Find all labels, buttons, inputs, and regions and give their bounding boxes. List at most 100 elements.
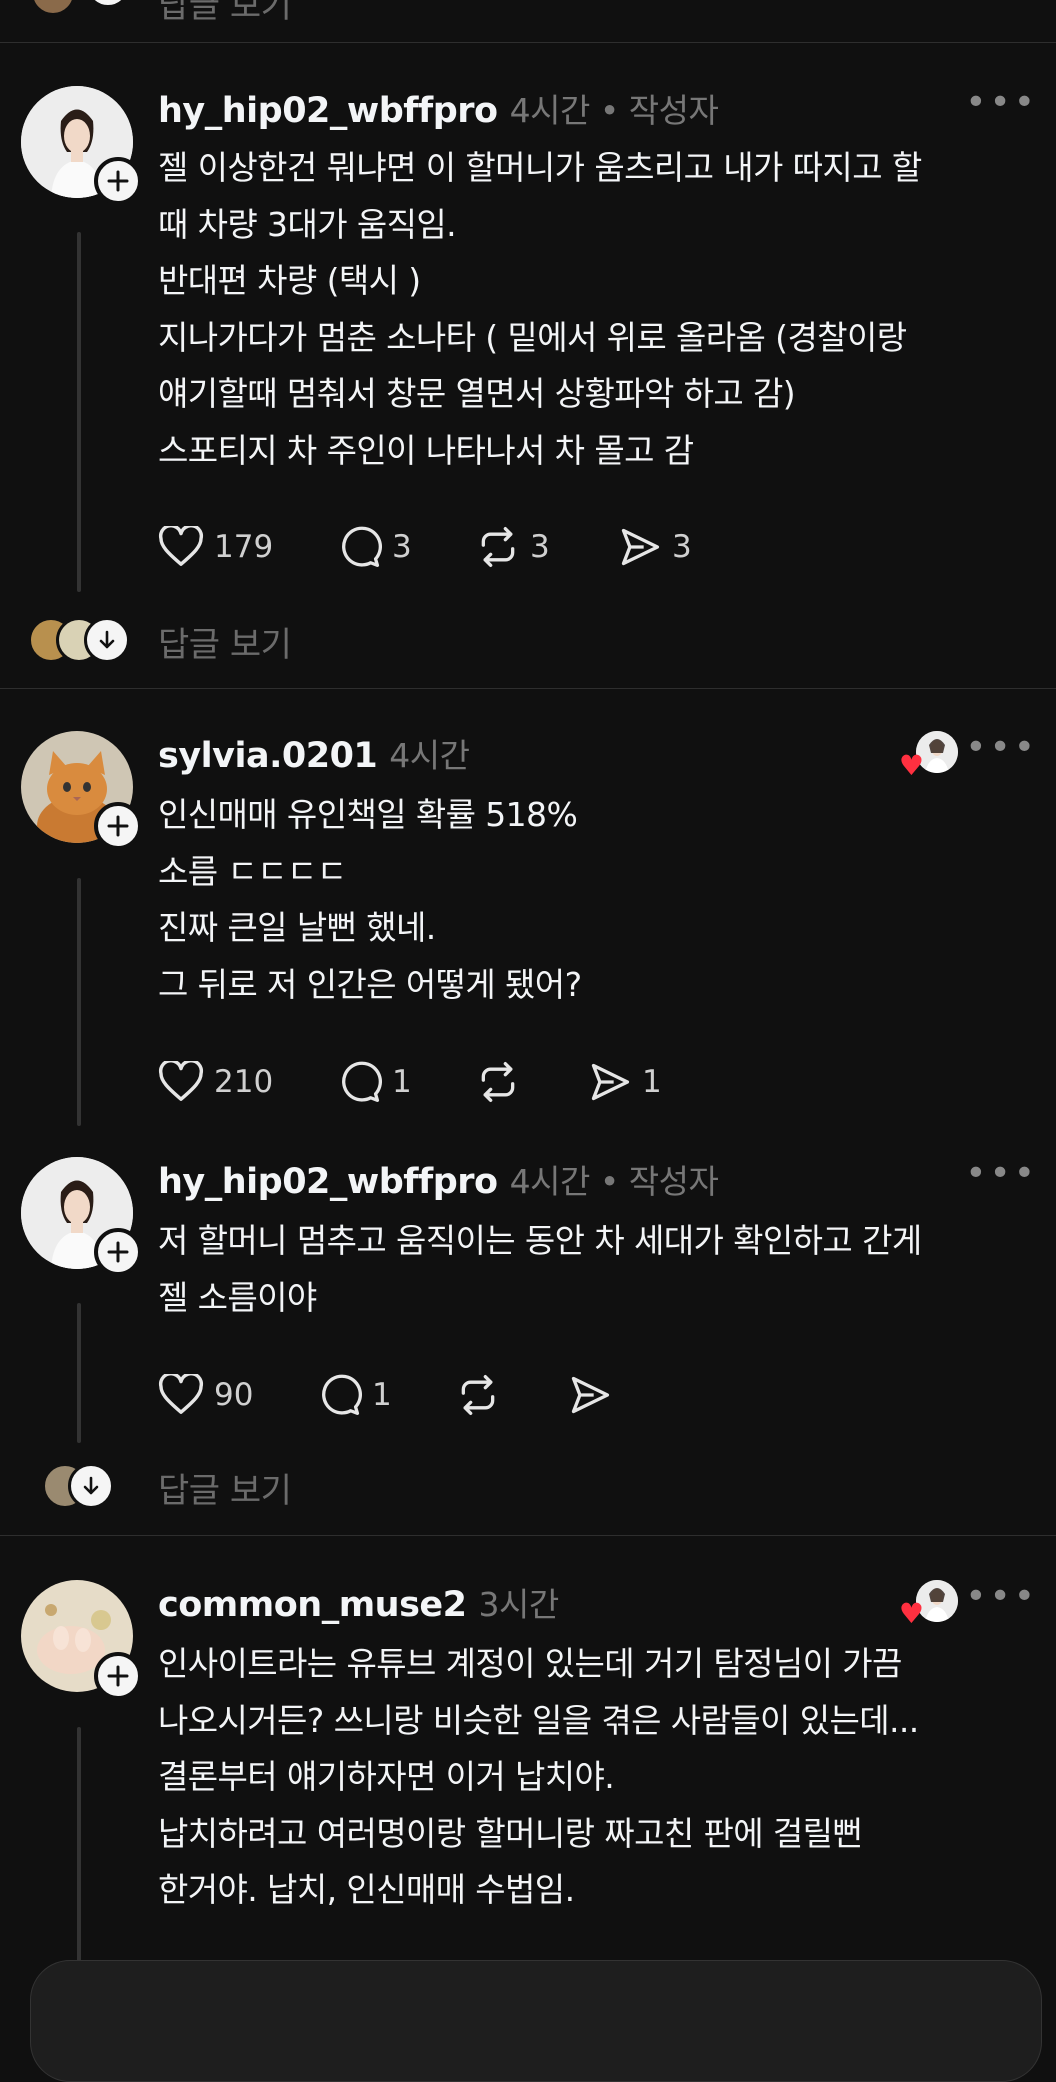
like-button[interactable]: 179 bbox=[158, 522, 273, 572]
arrow-down-icon bbox=[84, 617, 130, 663]
view-replies-link[interactable]: 답글 보기 bbox=[158, 0, 292, 27]
post-header: common_muse2 3시간 bbox=[158, 1578, 559, 1626]
like-count: 90 bbox=[214, 1377, 254, 1413]
arrow-down-icon[interactable] bbox=[85, 0, 131, 8]
more-icon[interactable]: ••• bbox=[965, 82, 1038, 123]
timestamp: 4시간 bbox=[509, 91, 591, 130]
plus-icon bbox=[107, 1241, 129, 1263]
thread-line bbox=[77, 1303, 81, 1443]
thread-line bbox=[77, 878, 81, 1126]
repost-icon bbox=[481, 1062, 515, 1102]
comment-icon bbox=[342, 1061, 382, 1102]
heart-icon bbox=[158, 1374, 204, 1414]
body-line: 인사이트라는 유튜브 계정이 있는데 거기 탐정님이 가끔 bbox=[158, 1644, 902, 1683]
timestamp: 4시간 bbox=[389, 736, 470, 775]
reply-avatars[interactable] bbox=[28, 617, 138, 663]
username[interactable]: common_muse2 bbox=[158, 1585, 467, 1625]
more-icon[interactable]: ••• bbox=[965, 727, 1038, 768]
thread-line bbox=[77, 1727, 81, 1967]
divider bbox=[0, 1535, 1056, 1536]
body-line: 그 뒤로 저 인간은 어떻게 됐어? bbox=[158, 964, 582, 1004]
body-line: 소름 ㄷㄷㄷㄷ bbox=[158, 851, 347, 891]
follow-plus-button[interactable] bbox=[94, 1228, 142, 1276]
post-body: 인사이트라는 유튜브 계정이 있는데 거기 탐정님이 가끔 나오시거든? 쓰니랑… bbox=[158, 1636, 1038, 1919]
repost-icon bbox=[461, 1375, 495, 1415]
body-line: 젤 소름이야 bbox=[158, 1277, 317, 1317]
action-bar: 210 1 1 bbox=[158, 1057, 718, 1107]
comment-icon bbox=[322, 1374, 362, 1415]
share-count: 3 bbox=[672, 529, 692, 565]
post-body: 인신매매 유인책일 확률 518% 소름 ㄷㄷㄷㄷ 진짜 큰일 날뻔 했네. 그… bbox=[158, 787, 1038, 1013]
share-button[interactable]: 1 bbox=[588, 1057, 662, 1107]
plus-icon bbox=[107, 1665, 129, 1687]
username[interactable]: hy_hip02_wbffpro bbox=[158, 1162, 498, 1202]
timestamp: 4시간 bbox=[509, 1162, 591, 1201]
divider bbox=[0, 688, 1056, 689]
body-line: 스포티지 차 주인이 나타나서 차 몰고 감 bbox=[158, 430, 694, 470]
comment-button[interactable]: 1 bbox=[318, 1370, 392, 1420]
top-partial-avatars bbox=[30, 0, 131, 16]
repost-button[interactable]: 3 bbox=[476, 522, 550, 572]
body-line: 저 할머니 멈추고 움직이는 동안 차 세대가 확인하고 간게 bbox=[158, 1221, 922, 1260]
username[interactable]: sylvia.0201 bbox=[158, 736, 378, 776]
plus-icon bbox=[107, 815, 129, 837]
mini-avatar bbox=[30, 0, 76, 16]
action-bar: 179 3 3 3 bbox=[158, 522, 718, 572]
repost-button[interactable] bbox=[476, 1057, 530, 1107]
username[interactable]: hy_hip02_wbffpro bbox=[158, 91, 498, 131]
divider bbox=[0, 42, 1056, 43]
repost-count: 3 bbox=[530, 529, 550, 565]
follow-plus-button[interactable] bbox=[94, 802, 142, 850]
like-button[interactable]: 210 bbox=[158, 1057, 273, 1107]
author-tag: • 작성자 bbox=[599, 91, 719, 130]
follow-plus-button[interactable] bbox=[94, 1652, 142, 1700]
thread-line bbox=[77, 232, 81, 592]
view-replies-link[interactable]: 답글 보기 bbox=[158, 1463, 292, 1512]
comment-count: 1 bbox=[392, 1064, 412, 1100]
like-count: 179 bbox=[214, 529, 274, 565]
comment-button[interactable]: 1 bbox=[338, 1057, 412, 1107]
body-line: 나오시거든? 쓰니랑 비슷한 일을 겪은 사람들이 있는데... bbox=[158, 1700, 919, 1740]
share-button[interactable]: 3 bbox=[618, 522, 692, 572]
share-button[interactable] bbox=[568, 1370, 622, 1420]
comment-icon bbox=[342, 526, 382, 567]
post-header: sylvia.0201 4시간 bbox=[158, 729, 470, 777]
post-header: hy_hip02_wbffpro 4시간 • 작성자 bbox=[158, 84, 719, 132]
bottom-nav-bar[interactable] bbox=[30, 1960, 1042, 2082]
body-line: 지나가다가 멈춘 소나타 ( 밑에서 위로 올라옴 (경찰이랑 bbox=[158, 317, 907, 357]
post-body: 젤 이상한건 뭐냐면 이 할머니가 움츠리고 내가 따지고 할 때 차량 3대가… bbox=[158, 140, 1038, 479]
body-line: 젤 이상한건 뭐냐면 이 할머니가 움츠리고 내가 따지고 할 bbox=[158, 148, 922, 187]
share-icon bbox=[571, 1376, 610, 1414]
body-line: 결론부터 얘기하자면 이거 납치야. bbox=[158, 1757, 615, 1796]
repost-button[interactable] bbox=[456, 1370, 510, 1420]
body-line: 납치하려고 여러명이랑 할머니랑 짜고친 판에 걸릴뻔 bbox=[158, 1813, 863, 1853]
more-icon[interactable]: ••• bbox=[965, 1576, 1038, 1617]
author-tag: • 작성자 bbox=[599, 1162, 719, 1201]
share-count: 1 bbox=[642, 1064, 662, 1100]
comment-count: 1 bbox=[372, 1377, 392, 1413]
body-line: 얘기할때 멈춰서 창문 열면서 상황파악 하고 감) bbox=[158, 374, 796, 413]
action-bar: 90 1 bbox=[158, 1370, 718, 1420]
post-body: 저 할머니 멈추고 움직이는 동안 차 세대가 확인하고 간게 젤 소름이야 bbox=[158, 1213, 1038, 1326]
share-icon bbox=[591, 1063, 630, 1101]
body-line: 한거야. 납치, 인신매매 수법임. bbox=[158, 1870, 575, 1909]
arrow-down-icon bbox=[68, 1463, 114, 1509]
heart-icon bbox=[158, 1061, 204, 1101]
more-icon[interactable]: ••• bbox=[965, 1153, 1038, 1194]
view-replies-link[interactable]: 답글 보기 bbox=[158, 617, 292, 666]
timestamp: 3시간 bbox=[478, 1585, 560, 1624]
like-count: 210 bbox=[214, 1064, 274, 1100]
heart-icon: ♥ bbox=[898, 749, 924, 782]
comment-count: 3 bbox=[392, 529, 412, 565]
heart-icon bbox=[158, 526, 204, 566]
body-line: 인신매매 유인책일 확률 518% bbox=[158, 795, 578, 834]
repost-icon bbox=[481, 527, 515, 567]
comment-button[interactable]: 3 bbox=[338, 522, 412, 572]
like-button[interactable]: 90 bbox=[158, 1370, 253, 1420]
reply-avatars[interactable] bbox=[42, 1463, 132, 1509]
follow-plus-button[interactable] bbox=[94, 157, 142, 205]
body-line: 때 차량 3대가 움직임. bbox=[158, 204, 457, 244]
body-line: 반대편 차량 (택시 ) bbox=[158, 261, 421, 300]
heart-icon: ♥ bbox=[898, 1597, 924, 1630]
share-icon bbox=[621, 528, 660, 566]
